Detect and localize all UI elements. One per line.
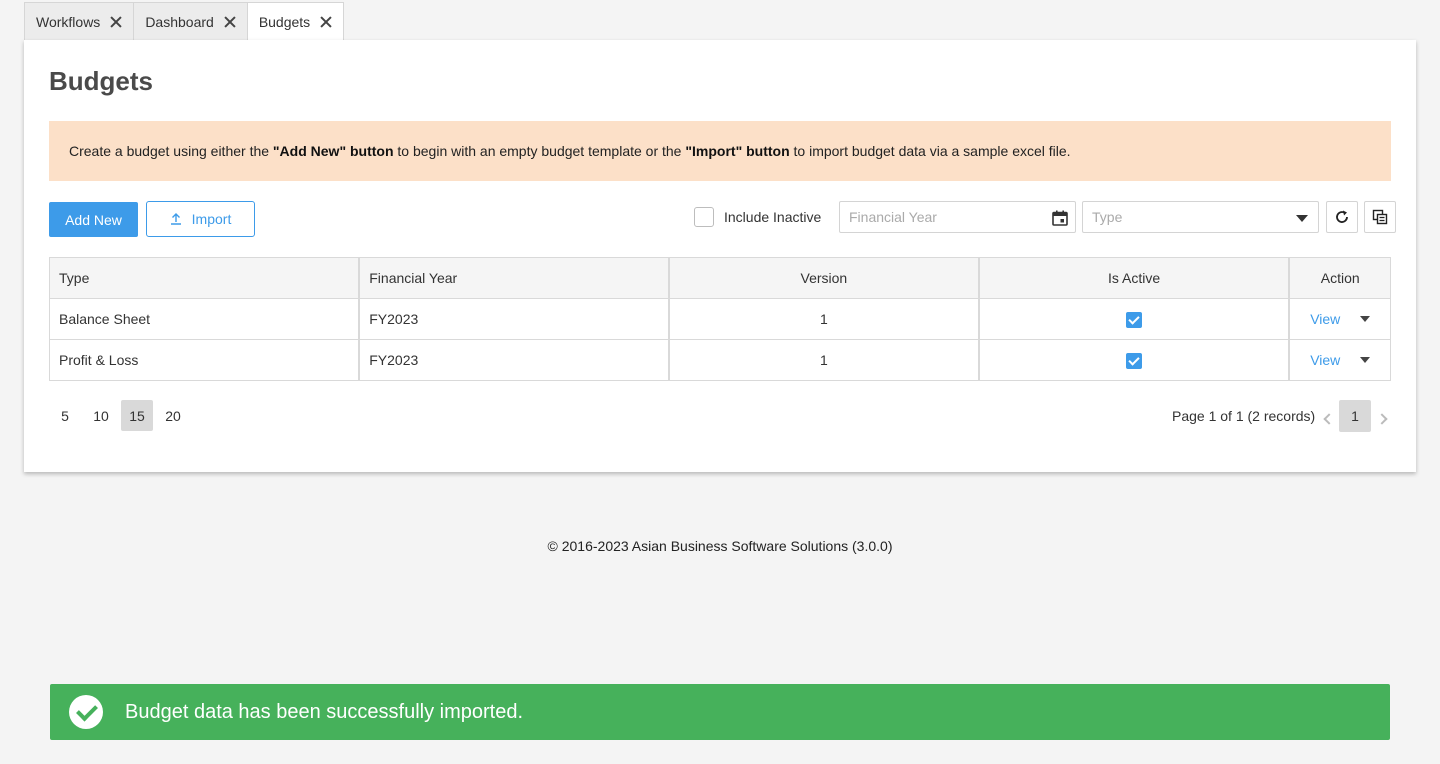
include-inactive-label: Include Inactive [724,209,822,225]
add-new-button[interactable]: Add New [49,202,138,237]
page-size-selector: 5 10 15 20 [49,400,193,431]
chevron-left-icon[interactable] [1322,410,1335,425]
cell-financial-year: FY2023 [358,339,670,381]
info-notice: Create a budget using either the "Add Ne… [49,121,1391,181]
refresh-button[interactable] [1326,201,1358,233]
view-link[interactable]: View [1310,352,1340,368]
chevron-right-icon[interactable] [1376,410,1388,425]
tab-label: Workflows [36,13,101,30]
checkbox-checked-icon [1126,311,1143,328]
notice-bold: "Add New" button [272,143,394,159]
tab-dashboard[interactable]: Dashboard [134,2,248,40]
cell-type: Profit & Loss [49,339,361,381]
tab-bar: Workflows Dashboard Budgets [24,2,345,40]
page-size-option[interactable]: 5 [49,400,81,431]
calendar-icon[interactable] [1051,209,1069,227]
close-icon[interactable] [110,16,122,28]
budgets-card: Budgets Create a budget using either the… [24,40,1416,472]
column-header-financial-year[interactable]: Financial Year [358,257,670,299]
column-header-version[interactable]: Version [668,257,980,299]
refresh-icon [1336,210,1348,223]
notice-text: Create a budget using either the "Add Ne… [69,143,1071,159]
tab-label: Dashboard [145,13,214,30]
cell-type: Balance Sheet [49,298,361,340]
notice-part: to import budget data via a sample excel… [789,143,1071,159]
type-select[interactable]: Type [1082,201,1319,233]
chevron-down-icon [1296,215,1308,222]
tab-label: Budgets [258,13,311,30]
table-header-row: Type Financial Year Version Is Active Ac… [49,257,1392,299]
import-label: Import [191,211,232,227]
chevron-down-icon[interactable] [1360,357,1371,363]
financial-year-placeholder: Financial Year [849,209,937,225]
checkbox-box[interactable] [694,207,714,227]
column-header-is-active[interactable]: Is Active [978,257,1291,299]
check-circle-icon [69,695,103,729]
page-info: Page 1 of 1 (2 records) [1172,408,1316,424]
page-title: Budgets [49,66,153,96]
page-size-option[interactable]: 10 [85,400,117,431]
column-header-action: Action [1288,257,1392,299]
cell-version: 1 [668,298,980,340]
column-chooser-icon [1372,209,1388,225]
financial-year-input[interactable]: Financial Year [839,201,1076,233]
notice-part: Create a budget using either the [69,143,273,159]
tab-budgets[interactable]: Budgets [247,2,345,40]
page-number-button[interactable]: 1 [1339,400,1371,432]
import-button[interactable]: Import [146,201,255,237]
cell-is-active [978,298,1291,340]
notice-part: to begin with an empty budget template o… [393,143,686,159]
column-chooser-button[interactable] [1364,201,1396,233]
cell-action: View [1288,298,1392,340]
success-toast[interactable]: Budget data has been successfully import… [50,684,1390,740]
cell-action: View [1288,339,1392,381]
page-size-option[interactable]: 20 [157,400,189,431]
close-icon[interactable] [224,16,236,28]
table-row[interactable]: Profit & Loss FY2023 1 View [49,339,1392,381]
include-inactive-checkbox[interactable]: Include Inactive [694,207,821,227]
cell-is-active [978,339,1291,381]
toast-message: Budget data has been successfully import… [125,700,524,723]
type-placeholder: Type [1092,209,1123,225]
view-link[interactable]: View [1310,311,1340,327]
chevron-down-icon[interactable] [1360,316,1371,322]
cell-financial-year: FY2023 [358,298,670,340]
notice-bold: "Import" button [685,143,790,159]
checkbox-checked-icon [1126,352,1143,369]
table-row[interactable]: Balance Sheet FY2023 1 View [49,298,1392,340]
footer-copyright: © 2016-2023 Asian Business Software Solu… [547,538,893,554]
cell-version: 1 [668,339,980,381]
tab-workflows[interactable]: Workflows [24,2,135,40]
page-size-option-selected[interactable]: 15 [121,400,153,431]
column-header-type[interactable]: Type [49,257,361,299]
upload-icon [170,213,181,225]
budgets-table: Type Financial Year Version Is Active Ac… [49,257,1392,381]
close-icon[interactable] [320,16,332,28]
